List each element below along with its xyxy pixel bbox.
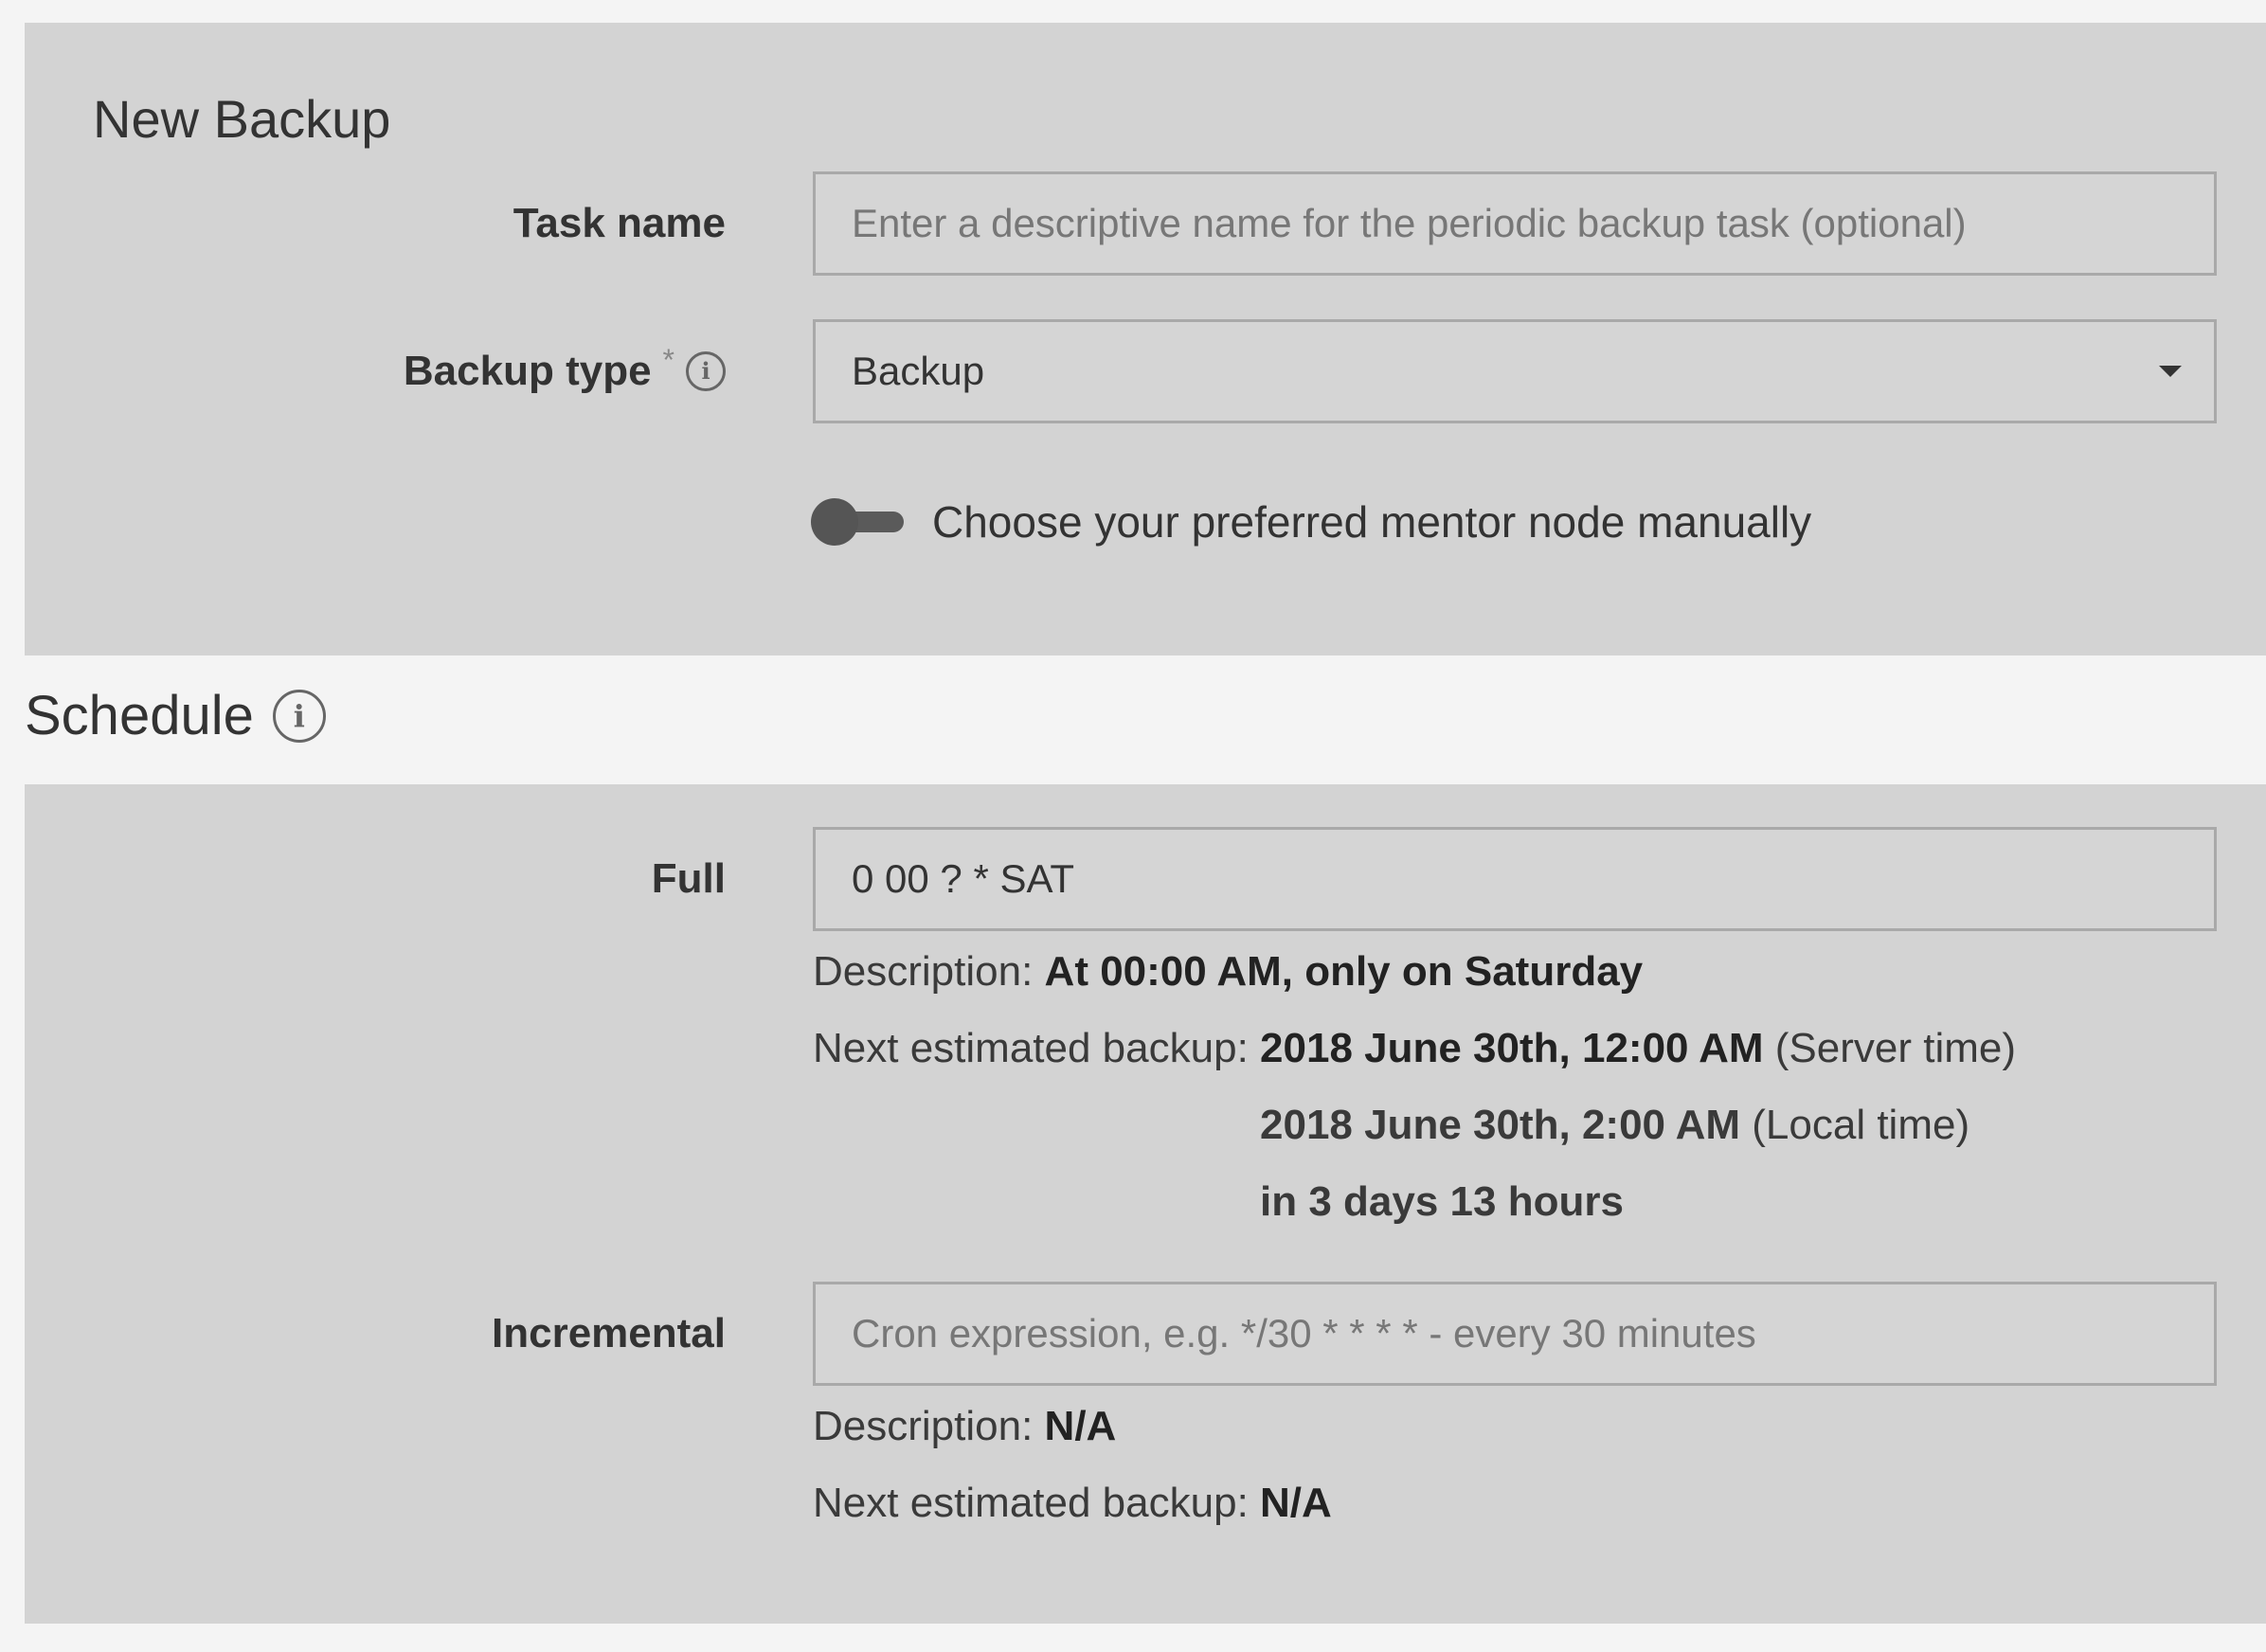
incremental-next-value: N/A — [1260, 1480, 1332, 1526]
incremental-cron-input[interactable] — [813, 1282, 2217, 1386]
full-next-backup: Next estimated backup: 2018 June 30th, 1… — [813, 1028, 2016, 1069]
incremental-description-label: Description: — [813, 1403, 1034, 1449]
full-local-time: 2018 June 30th, 2:00 AM (Local time) — [1260, 1104, 1969, 1146]
mentor-node-toggle-row: Choose your preferred mentor node manual… — [811, 498, 1811, 546]
full-relative-time: in 3 days 13 hours — [1260, 1178, 1624, 1225]
info-icon[interactable]: i — [686, 351, 726, 391]
incremental-next-label: Next estimated backup: — [813, 1480, 1249, 1526]
backup-type-label: Backup type * i — [404, 345, 726, 392]
full-label: Full — [651, 855, 726, 902]
required-marker: * — [662, 343, 674, 377]
schedule-heading: Schedule i — [25, 689, 326, 744]
full-description-label: Description: — [813, 948, 1034, 995]
incremental-description: Description: N/A — [813, 1406, 1116, 1447]
toggle-knob — [811, 498, 858, 546]
mentor-node-toggle[interactable] — [811, 498, 904, 546]
mentor-node-toggle-label: Choose your preferred mentor node manual… — [932, 497, 1812, 547]
full-next-label: Next estimated backup: — [813, 1025, 1249, 1071]
incremental-next-backup: Next estimated backup: N/A — [813, 1482, 1332, 1524]
full-cron-input[interactable] — [813, 827, 2217, 931]
chevron-down-icon — [2159, 366, 2182, 377]
full-local-time-suffix: (Local time) — [1752, 1102, 1970, 1148]
task-name-input[interactable] — [813, 171, 2217, 276]
full-server-time-suffix: (Server time) — [1774, 1025, 2017, 1071]
backup-type-selected-value: Backup — [852, 349, 985, 393]
incremental-label: Incremental — [492, 1310, 726, 1356]
full-description: Description: At 00:00 AM, only on Saturd… — [813, 951, 1643, 993]
full-description-value: At 00:00 AM, only on Saturday — [1044, 948, 1644, 995]
full-local-time-value: 2018 June 30th, 2:00 AM — [1260, 1102, 1741, 1148]
incremental-description-value: N/A — [1044, 1403, 1117, 1449]
backup-type-select[interactable]: Backup — [813, 319, 2217, 423]
panel-title: New Backup — [93, 89, 391, 149]
full-server-time-value: 2018 June 30th, 12:00 AM — [1260, 1025, 1764, 1071]
task-name-label: Task name — [513, 200, 726, 246]
schedule-info-icon[interactable]: i — [272, 690, 326, 743]
schedule-title: Schedule — [25, 685, 254, 746]
